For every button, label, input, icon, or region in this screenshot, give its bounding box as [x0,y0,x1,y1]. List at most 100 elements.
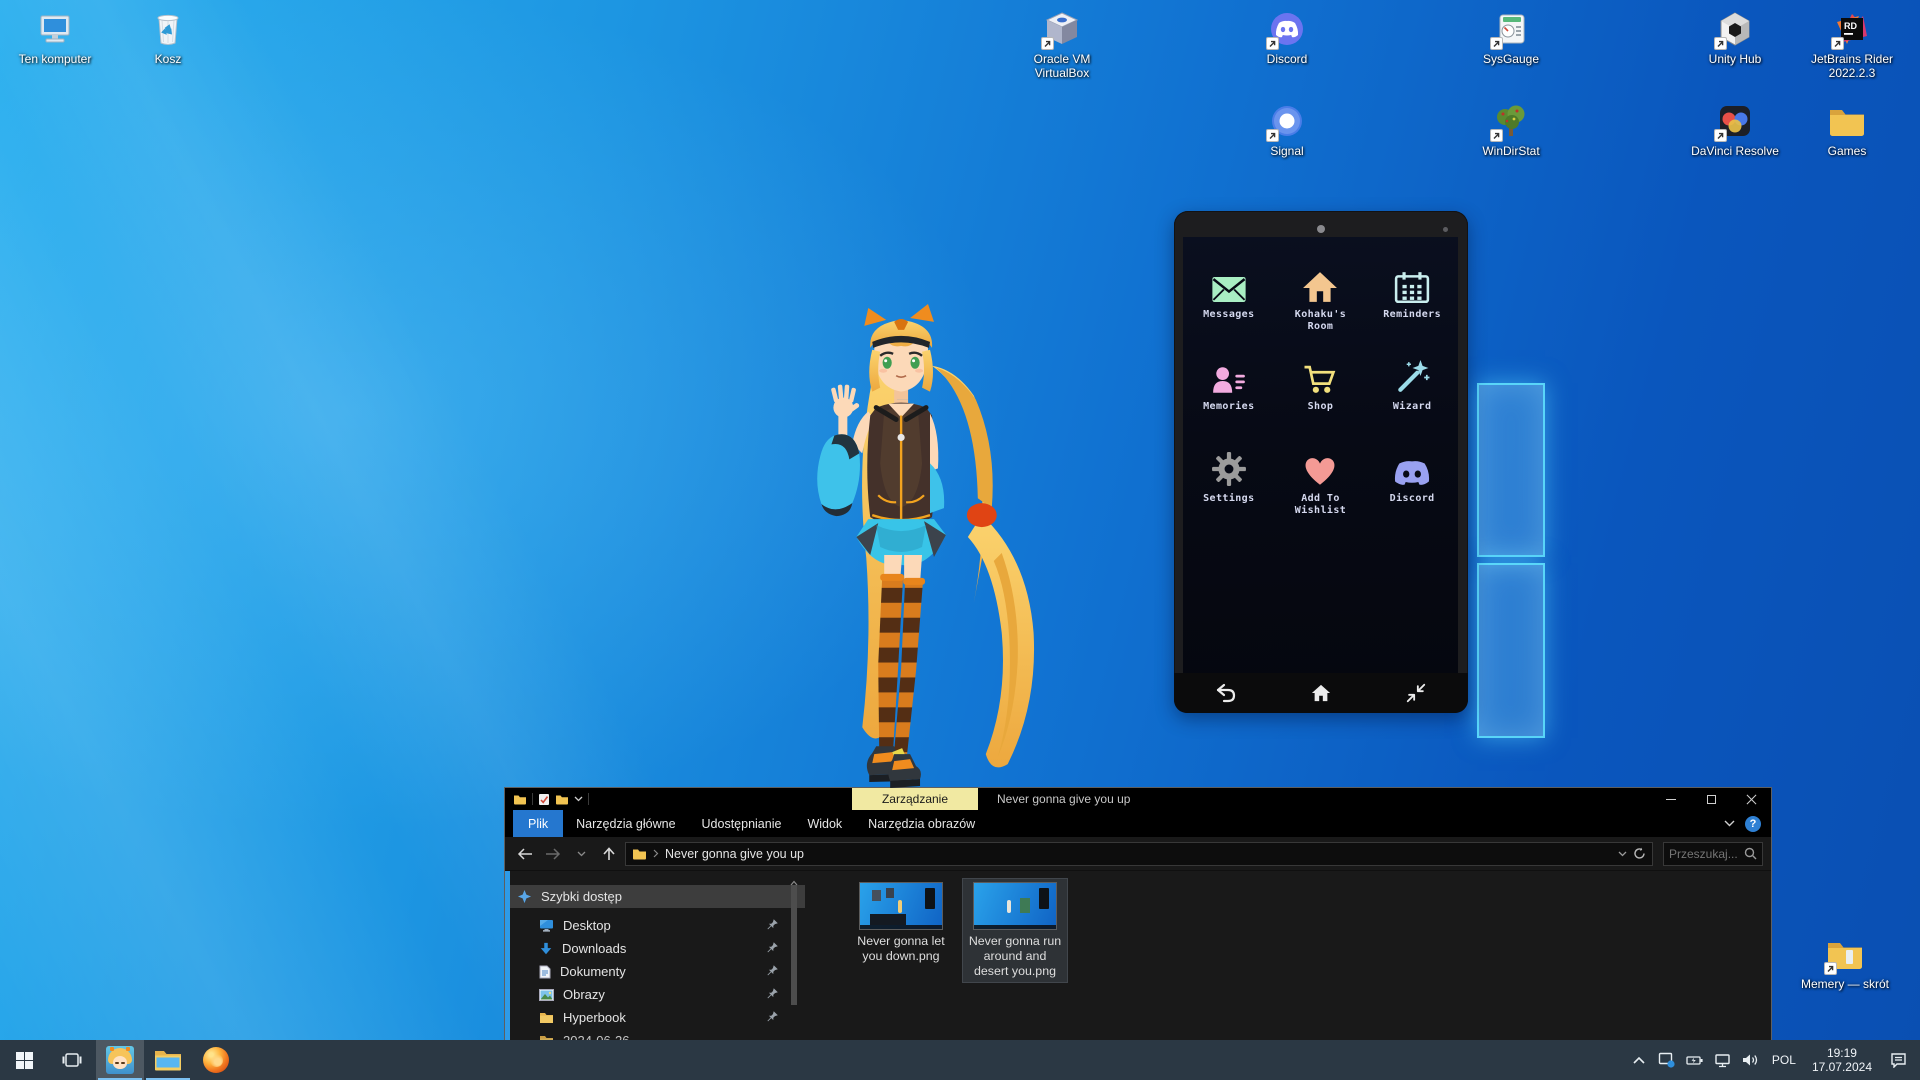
kohaku-character[interactable] [806,304,1056,792]
phone-app-messages[interactable]: Messages [1183,257,1275,349]
sidebar-item-hyperbook[interactable]: Hyperbook [505,1006,805,1029]
desktop-icon-label: Games [1828,144,1867,158]
taskbar-app-explorer[interactable] [144,1040,192,1080]
pin-icon[interactable] [766,1010,779,1026]
file-explorer-icon [154,1049,182,1071]
minimize-button[interactable] [1651,788,1691,810]
desktop-icon-recycle-bin[interactable]: Kosz [118,10,218,66]
close-button[interactable] [1731,788,1771,810]
start-button[interactable] [0,1040,48,1080]
shortcut-arrow-icon [1831,37,1844,50]
tray-battery-icon[interactable] [1682,1040,1708,1080]
phone-app-label: Reminders [1383,309,1441,321]
tab-share[interactable]: Udostępnianie [689,810,795,837]
search-box[interactable] [1663,842,1763,866]
tab-view[interactable]: Widok [794,810,855,837]
tab-picture-tools[interactable]: Narzędzia obrazów [855,810,988,837]
desktop-icon-label: Signal [1270,144,1303,158]
phone-app-shop[interactable]: Shop [1275,349,1367,441]
maximize-button[interactable] [1691,788,1731,810]
taskbar-clock[interactable]: 19:19 17.07.2024 [1804,1046,1880,1074]
pin-icon[interactable] [766,941,779,957]
desktop-icon-discord[interactable]: Discord [1237,10,1337,66]
sidebar-item-documents[interactable]: Dokumenty [505,960,805,983]
pin-icon[interactable] [766,987,779,1003]
folder-icon [1826,935,1864,973]
tab-home[interactable]: Narzędzia główne [563,810,688,837]
tab-file[interactable]: Plik [513,810,563,837]
desktop-icon-windirstat[interactable]: WinDirStat [1461,102,1561,158]
forward-button[interactable] [541,842,565,866]
desktop-icon-games[interactable]: Games [1797,102,1897,158]
sidebar-item-desktop[interactable]: Desktop [505,914,805,937]
discord-icon [1393,441,1431,487]
sidebar-scrollbar[interactable] [789,871,799,1063]
phone-app-add-to-wishlist[interactable]: Add To Wishlist [1275,441,1367,533]
back-button[interactable] [513,842,537,866]
phone-app-kohakus-room[interactable]: Kohaku's Room [1275,257,1367,349]
desktop-icon-signal[interactable]: Signal [1237,102,1337,158]
back-icon[interactable] [1206,679,1246,707]
taskbar-app-kohaku[interactable] [96,1040,144,1080]
phone-app-settings[interactable]: Settings [1183,441,1275,533]
new-folder-icon[interactable] [555,794,569,805]
desktop-icon-virtualbox[interactable]: Oracle VM VirtualBox [1012,10,1112,80]
tray-device-update-icon[interactable] [1654,1040,1680,1080]
language-indicator[interactable]: POL [1766,1053,1802,1067]
pin-icon[interactable] [766,964,779,980]
sidebar-accent-scrollbar[interactable] [505,871,510,1063]
phone-app-discord[interactable]: Discord [1366,441,1458,533]
wand-icon [1394,349,1430,395]
tray-network-icon[interactable] [1710,1040,1736,1080]
phone-app-wizard[interactable]: Wizard [1366,349,1458,441]
explorer-title-bar[interactable]: Zarządzanie Never gonna give you up [505,788,1771,810]
refresh-icon[interactable] [1633,847,1646,860]
tray-chevron-up-icon[interactable] [1626,1040,1652,1080]
desktop-icon-rider[interactable]: RD JetBrains Rider 2022.2.3 [1797,10,1907,80]
desktop-icon-memery[interactable]: Memery — skrót [1795,935,1895,991]
desktop-icon-this-pc[interactable]: Ten komputer [5,10,105,66]
desktop-icon-label: Memery — skrót [1801,977,1889,991]
phone-app-memories[interactable]: Memories [1183,349,1275,441]
phone-led-dot [1443,227,1448,232]
svg-text:RD: RD [1844,21,1857,31]
windows-logo-icon [16,1052,33,1069]
file-item[interactable]: Never gonna let you down.png [849,879,953,967]
maximize-icon [1707,795,1716,804]
phone-app-reminders[interactable]: Reminders [1366,257,1458,349]
file-name: Never gonna run around and desert you.pn… [965,934,1065,979]
address-dropdown-chevron-icon[interactable] [1618,851,1627,857]
properties-icon[interactable] [538,793,550,806]
scrollbar-thumb[interactable] [791,885,797,1005]
ribbon-collapse-icon[interactable] [1724,820,1735,827]
address-field[interactable]: Never gonna give you up [625,842,1653,866]
house-icon [1302,257,1338,303]
download-icon [539,942,553,956]
taskbar-app-firefox[interactable] [192,1040,240,1080]
tray-volume-icon[interactable] [1738,1040,1764,1080]
recent-locations-chevron-icon[interactable] [569,842,593,866]
chevron-down-icon[interactable] [574,796,583,802]
sysgauge-icon [1492,10,1530,48]
file-item-selected[interactable]: Never gonna run around and desert you.pn… [963,879,1067,982]
file-list-pane[interactable]: Never gonna let you down.png Never gonna… [805,871,1771,1063]
sidebar-item-downloads[interactable]: Downloads [505,937,805,960]
sidebar-item-pictures[interactable]: Obrazy [505,983,805,1006]
task-view-button[interactable] [48,1040,96,1080]
home-icon[interactable] [1301,679,1341,707]
person-icon [1211,349,1247,395]
calendar-icon [1394,257,1430,303]
folder-icon[interactable] [513,794,527,805]
search-input[interactable] [1669,847,1744,861]
phone-app-label: Kohaku's Room [1285,309,1355,333]
desktop-icon-label: JetBrains Rider 2022.2.3 [1802,52,1902,80]
pin-icon[interactable] [766,918,779,934]
up-button[interactable] [597,842,621,866]
collapse-icon[interactable] [1396,679,1436,707]
sidebar-item-quick-access[interactable]: Szybki dostęp [505,885,805,908]
desktop-icon-sysgauge[interactable]: SysGauge [1461,10,1561,66]
help-button[interactable]: ? [1745,816,1761,832]
action-center-button[interactable] [1882,1040,1916,1080]
desktop-icon-unity-hub[interactable]: Unity Hub [1685,10,1785,66]
desktop-icon-davinci[interactable]: DaVinci Resolve [1685,102,1785,158]
